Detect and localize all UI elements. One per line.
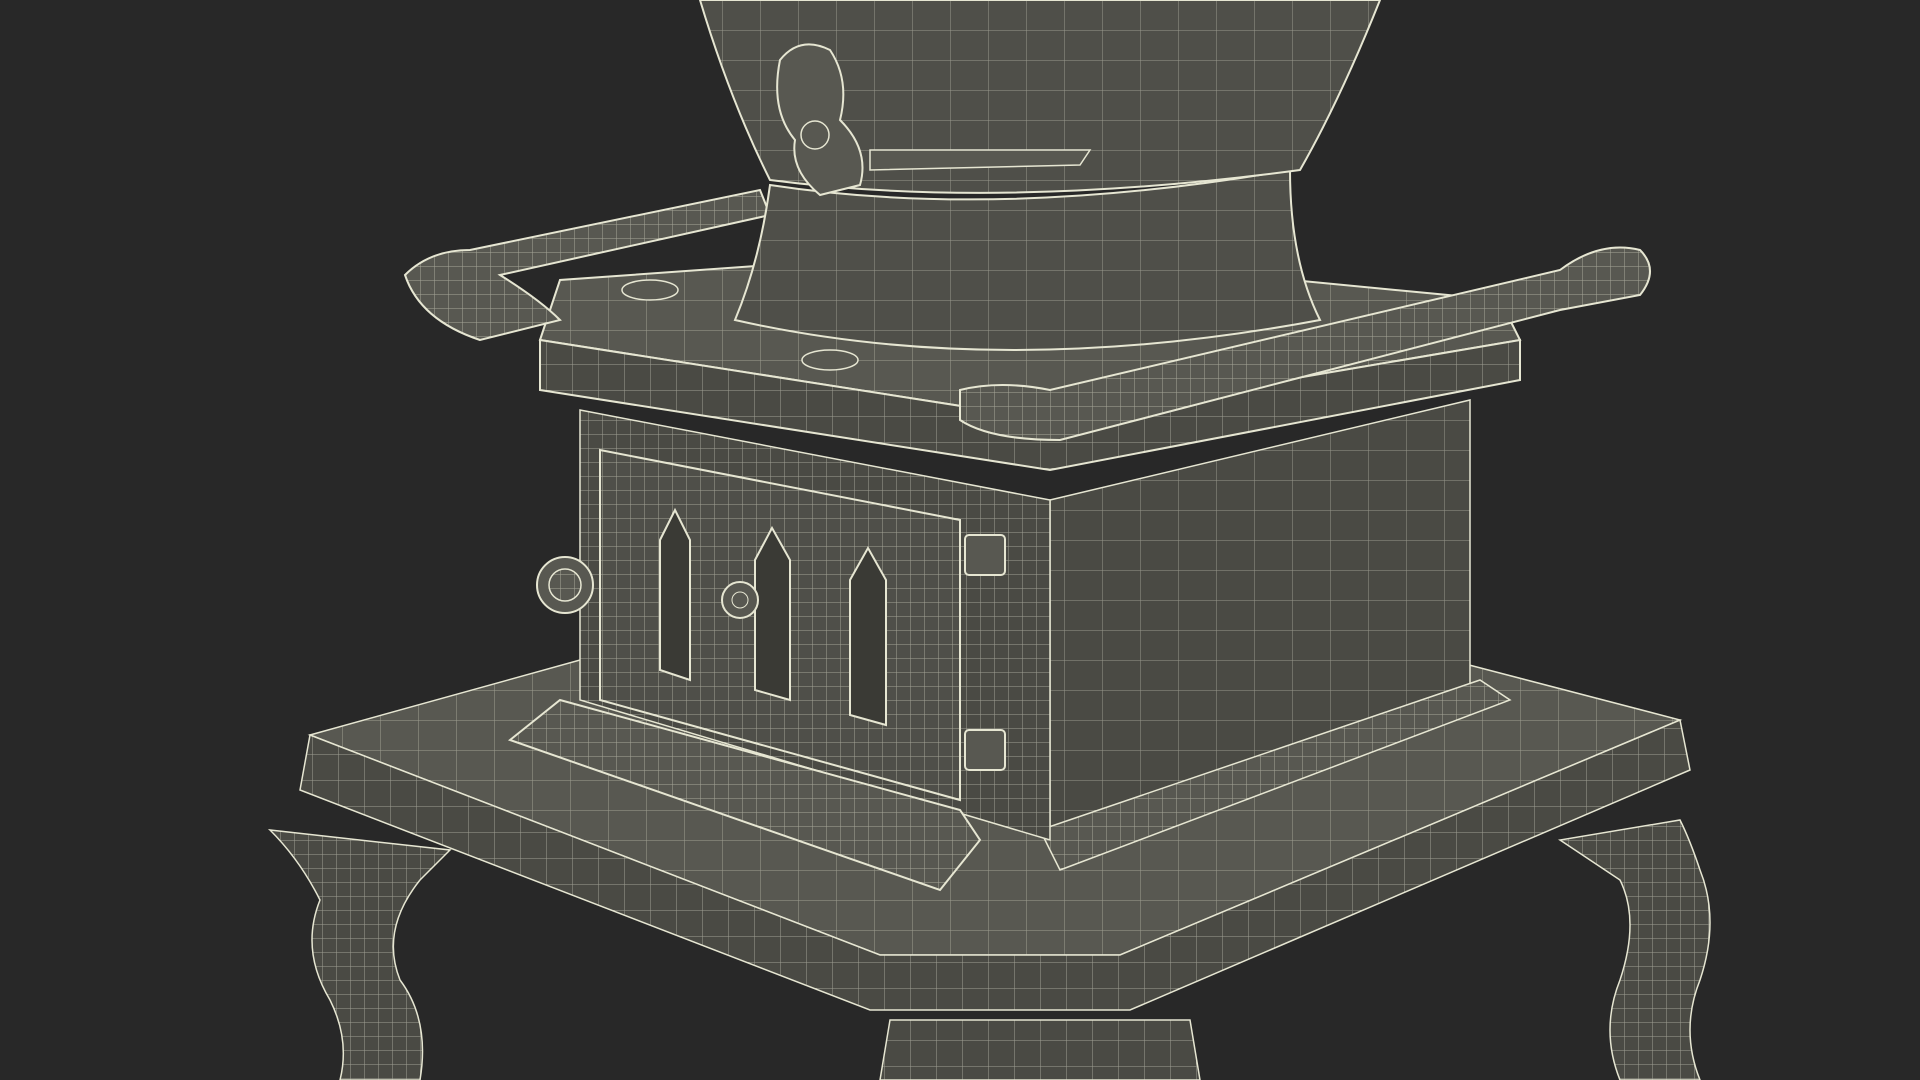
door-arch-window-center [754,525,791,702]
top-plate-bolt-center [801,349,859,371]
door-arch-window-right [849,545,887,727]
door-hinge-bottom [964,729,1006,771]
door-latch-knob [721,581,759,619]
stove-leg-left [267,829,452,1080]
stove-leg-right [1558,819,1711,1080]
stove-render [267,0,1711,1080]
stove-collar [733,168,1322,351]
stove-leg-front [879,1019,1201,1080]
door-arch-window-left [659,507,691,682]
door-hinge-top [964,534,1006,576]
render-viewport [0,0,1920,1080]
top-plate-bolt-left [621,279,679,301]
side-control-knob [536,556,594,614]
